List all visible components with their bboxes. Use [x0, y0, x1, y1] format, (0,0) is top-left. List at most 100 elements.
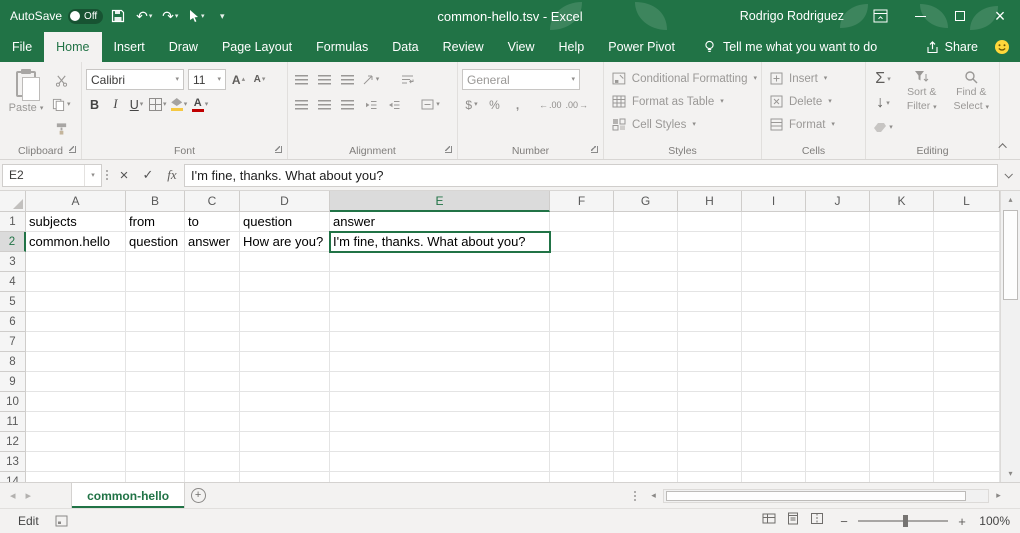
- cell-D10[interactable]: [240, 392, 330, 412]
- align-left-button[interactable]: [292, 95, 311, 114]
- cell-C3[interactable]: [185, 252, 240, 272]
- column-header-A[interactable]: A: [26, 191, 126, 212]
- align-middle-button[interactable]: [315, 70, 334, 89]
- vertical-scroll-thumb[interactable]: [1003, 210, 1018, 300]
- tab-scrollbar-splitter[interactable]: [630, 483, 640, 508]
- decrease-decimal-button[interactable]: .00→: [566, 95, 589, 114]
- cell-G13[interactable]: [614, 452, 678, 472]
- cell-H5[interactable]: [678, 292, 742, 312]
- share-button[interactable]: Share: [914, 32, 990, 62]
- cell-B14[interactable]: [126, 472, 185, 482]
- cell-K4[interactable]: [870, 272, 934, 292]
- cell-B13[interactable]: [126, 452, 185, 472]
- tab-view[interactable]: View: [496, 32, 547, 62]
- tell-me-box[interactable]: Tell me what you want to do: [703, 32, 877, 62]
- cell-A2[interactable]: common.hello: [26, 232, 126, 252]
- cell-I7[interactable]: [742, 332, 806, 352]
- cell-L1[interactable]: [934, 212, 1000, 232]
- cell-C7[interactable]: [185, 332, 240, 352]
- increase-font-size-button[interactable]: A▴: [230, 70, 247, 89]
- formula-bar-drag-handle[interactable]: [102, 170, 112, 180]
- cell-D12[interactable]: [240, 432, 330, 452]
- row-header-6[interactable]: 6: [0, 312, 26, 332]
- cell-I4[interactable]: [742, 272, 806, 292]
- cell-F7[interactable]: [550, 332, 614, 352]
- format-painter-button[interactable]: [52, 119, 71, 137]
- cell-J11[interactable]: [806, 412, 870, 432]
- expand-formula-bar-button[interactable]: [998, 164, 1018, 187]
- cell-C4[interactable]: [185, 272, 240, 292]
- cell-G2[interactable]: [614, 232, 678, 252]
- cell-H9[interactable]: [678, 372, 742, 392]
- tab-help[interactable]: Help: [547, 32, 597, 62]
- cell-E1[interactable]: answer: [330, 212, 550, 232]
- cell-J10[interactable]: [806, 392, 870, 412]
- cell-H2[interactable]: [678, 232, 742, 252]
- horizontal-scroll-track[interactable]: [663, 489, 989, 503]
- cell-F2[interactable]: [550, 232, 614, 252]
- cell-B6[interactable]: [126, 312, 185, 332]
- row-header-7[interactable]: 7: [0, 332, 26, 352]
- cell-K1[interactable]: [870, 212, 934, 232]
- customize-quick-access-toolbar-button[interactable]: ▾: [211, 3, 233, 29]
- paste-button[interactable]: Paste▾: [4, 67, 48, 141]
- formula-input[interactable]: I'm fine, thanks. What about you?: [184, 164, 998, 187]
- format-as-table-button[interactable]: Format as Table ▾: [612, 90, 757, 113]
- cell-H8[interactable]: [678, 352, 742, 372]
- cell-C14[interactable]: [185, 472, 240, 482]
- cell-H7[interactable]: [678, 332, 742, 352]
- cell-A8[interactable]: [26, 352, 126, 372]
- cell-A6[interactable]: [26, 312, 126, 332]
- cell-F10[interactable]: [550, 392, 614, 412]
- cell-C11[interactable]: [185, 412, 240, 432]
- cell-J8[interactable]: [806, 352, 870, 372]
- font-name-select[interactable]: Calibri ▾: [86, 69, 184, 90]
- cell-G3[interactable]: [614, 252, 678, 272]
- cell-I3[interactable]: [742, 252, 806, 272]
- column-header-E[interactable]: E: [330, 191, 550, 212]
- collapse-ribbon-button[interactable]: [996, 139, 1012, 153]
- previous-sheet-button[interactable]: ◂: [10, 489, 16, 502]
- cell-styles-button[interactable]: Cell Styles ▾: [612, 113, 757, 136]
- normal-view-button[interactable]: [762, 512, 776, 530]
- cell-K2[interactable]: [870, 232, 934, 252]
- column-header-K[interactable]: K: [870, 191, 934, 212]
- align-top-button[interactable]: [292, 70, 311, 89]
- cell-I9[interactable]: [742, 372, 806, 392]
- cell-H11[interactable]: [678, 412, 742, 432]
- cell-A1[interactable]: subjects: [26, 212, 126, 232]
- page-layout-view-button[interactable]: [786, 512, 800, 530]
- bold-button[interactable]: B: [86, 95, 103, 114]
- redo-button[interactable]: ↷▾: [159, 3, 181, 29]
- comma-style-button[interactable]: ,: [508, 95, 527, 114]
- tab-file[interactable]: File: [0, 32, 44, 62]
- cell-A13[interactable]: [26, 452, 126, 472]
- cell-D14[interactable]: [240, 472, 330, 482]
- cell-J5[interactable]: [806, 292, 870, 312]
- cell-H6[interactable]: [678, 312, 742, 332]
- cell-I6[interactable]: [742, 312, 806, 332]
- row-header-2[interactable]: 2: [0, 232, 26, 252]
- page-break-preview-button[interactable]: [810, 512, 824, 530]
- cell-A11[interactable]: [26, 412, 126, 432]
- font-size-select[interactable]: 11 ▾: [188, 69, 226, 90]
- cell-C8[interactable]: [185, 352, 240, 372]
- cell-H13[interactable]: [678, 452, 742, 472]
- font-color-button[interactable]: A ▾: [192, 95, 209, 114]
- cell-G4[interactable]: [614, 272, 678, 292]
- horizontal-scrollbar[interactable]: ◂ ▸: [646, 483, 1006, 508]
- ribbon-display-options-button[interactable]: [860, 0, 900, 32]
- sheet-tab-common-hello[interactable]: common-hello: [71, 483, 185, 508]
- cell-F3[interactable]: [550, 252, 614, 272]
- cell-A4[interactable]: [26, 272, 126, 292]
- decrease-font-size-button[interactable]: A▾: [251, 70, 268, 89]
- zoom-level[interactable]: 100%: [976, 514, 1010, 528]
- cell-J9[interactable]: [806, 372, 870, 392]
- sort-filter-button[interactable]: Sort & Filter ▾: [898, 67, 946, 141]
- cell-G11[interactable]: [614, 412, 678, 432]
- cell-L11[interactable]: [934, 412, 1000, 432]
- row-header-14[interactable]: 14: [0, 472, 26, 482]
- cell-K3[interactable]: [870, 252, 934, 272]
- cell-F8[interactable]: [550, 352, 614, 372]
- row-header-8[interactable]: 8: [0, 352, 26, 372]
